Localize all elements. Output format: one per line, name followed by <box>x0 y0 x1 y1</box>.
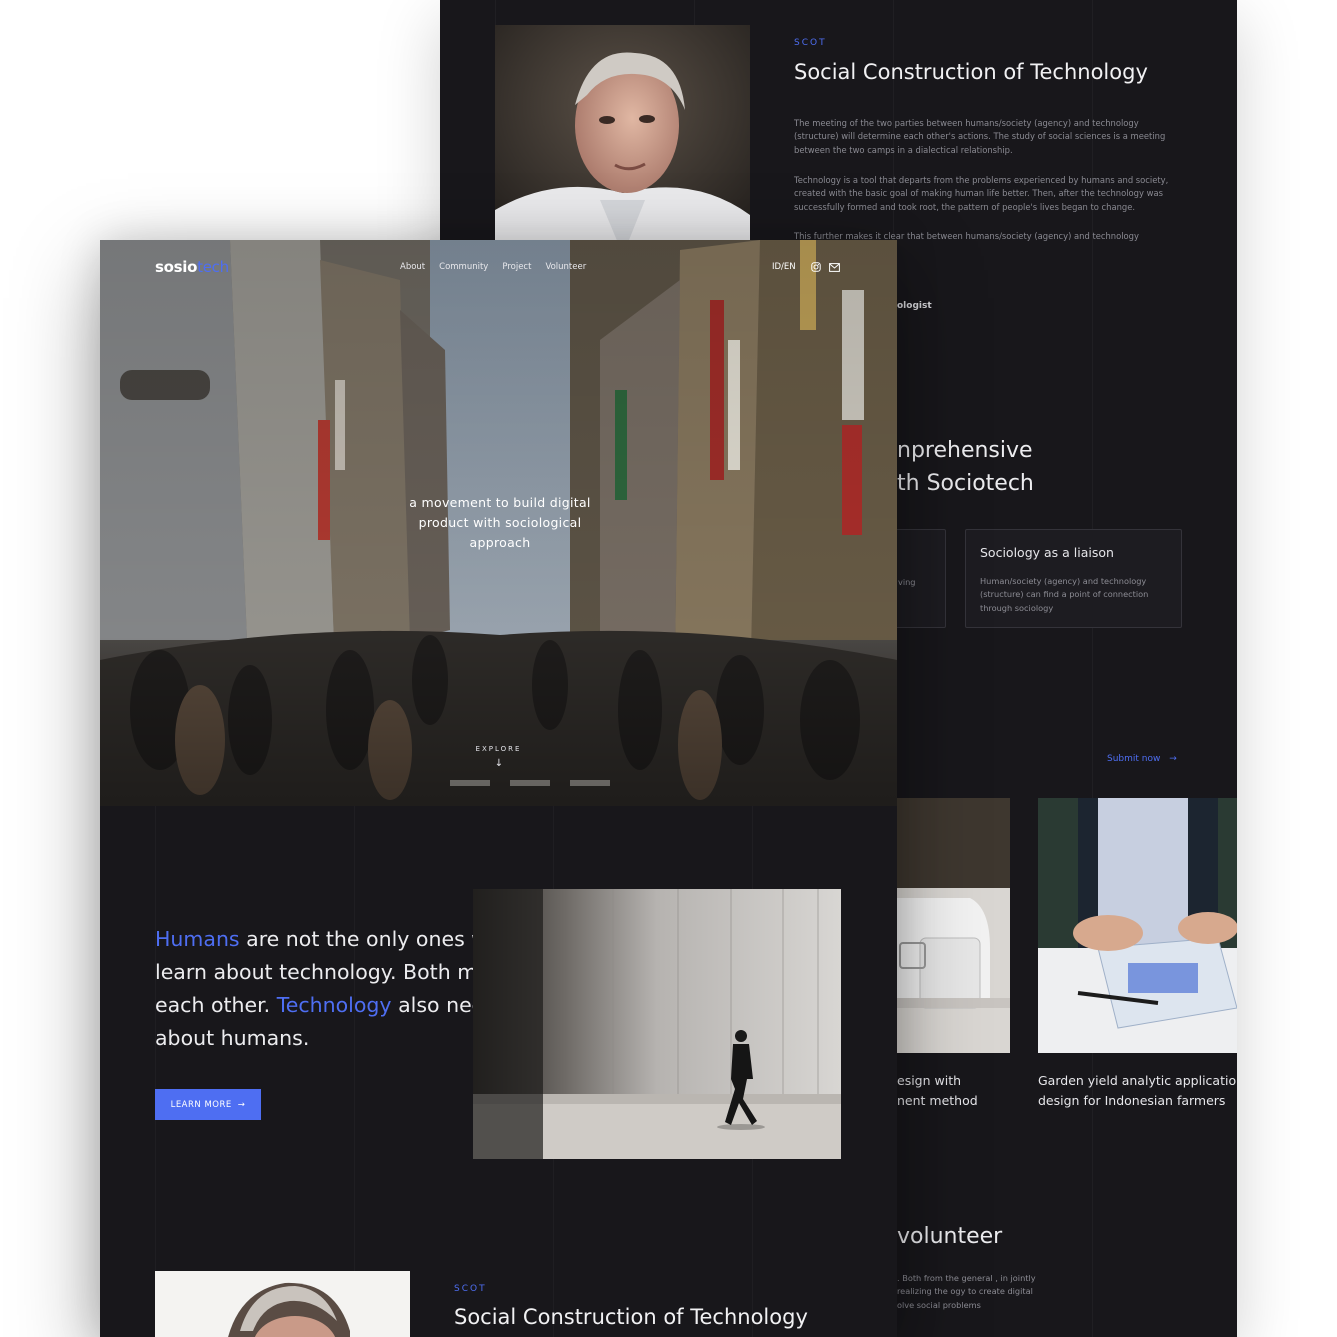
feature-card-sociology: Sociology as a liaison Human/society (ag… <box>965 529 1182 628</box>
main-nav: About Community Project Volunteer <box>400 262 586 272</box>
explore-label[interactable]: EXPLORE <box>470 745 527 753</box>
volunteer-description: . Both from the general , in jointly rea… <box>897 1273 1036 1310</box>
nav-item-about[interactable]: About <box>400 262 425 272</box>
project-caption-line: Garden yield analytic application <box>1038 1073 1237 1088</box>
quote-highlight: Technology <box>276 993 392 1017</box>
section-title: th Sociotech <box>897 471 1034 496</box>
project-image[interactable] <box>1038 798 1237 1053</box>
learn-more-button[interactable]: LEARN MORE → <box>155 1089 261 1120</box>
arrow-down-icon[interactable]: ↓ <box>493 758 505 769</box>
project-caption-line: design for Indonesian farmers <box>1038 1093 1226 1108</box>
logo[interactable]: sosiotech <box>155 258 229 276</box>
arrow-right-icon: → <box>237 1099 246 1110</box>
mail-icon[interactable] <box>829 263 840 272</box>
project-caption-line: esign with <box>897 1073 962 1088</box>
project-caption: Garden yield analytic application design… <box>1038 1071 1237 1111</box>
instagram-icon[interactable] <box>811 262 821 272</box>
hero-tagline: a movement to build digital product with… <box>409 495 591 550</box>
grid-line <box>354 806 355 1337</box>
paragraph: The meeting of the two parties between h… <box>794 118 1166 155</box>
card-description: ving <box>898 577 916 587</box>
role-text: ologist <box>897 301 932 311</box>
scot-title: Social Construction of Technology <box>794 60 1148 84</box>
project-caption: esign with nent method <box>897 1071 978 1111</box>
section-title: nprehensive <box>897 438 1033 463</box>
project-image[interactable] <box>890 798 1010 1053</box>
scot-label: SCOT <box>454 1284 487 1294</box>
quote-highlight: Humans <box>155 927 240 951</box>
scot-label: SCOT <box>794 38 827 48</box>
volunteer-title: volunteer <box>897 1224 1003 1249</box>
card-description: Human/society (agency) and technology (s… <box>980 576 1149 613</box>
portrait-photo <box>155 1271 410 1337</box>
card-title: Sociology as a liaison <box>980 545 1114 560</box>
businessman-photo <box>473 889 841 1159</box>
submit-link[interactable]: Submit now → <box>1107 754 1177 764</box>
submit-label: Submit now <box>1107 754 1161 764</box>
front-page: sosiotech About Community Project Volunt… <box>100 240 897 1337</box>
nav-item-community[interactable]: Community <box>439 262 488 272</box>
portrait-photo <box>495 25 750 255</box>
logo-main: sosio <box>155 258 198 276</box>
paragraph: Technology is a tool that departs from t… <box>794 175 1169 212</box>
project-caption-line: nent method <box>897 1093 978 1108</box>
learn-more-label: LEARN MORE <box>170 1099 232 1110</box>
arrow-right-icon: → <box>1169 754 1177 764</box>
language-switch[interactable]: ID/EN <box>772 262 796 272</box>
scot-title: Social Construction of Technology <box>454 1305 808 1329</box>
nav-item-volunteer[interactable]: Volunteer <box>545 262 586 272</box>
hero-section: sosiotech About Community Project Volunt… <box>100 240 897 806</box>
nav-item-project[interactable]: Project <box>502 262 531 272</box>
grid-line <box>155 806 156 1337</box>
logo-accent: tech <box>197 258 229 276</box>
